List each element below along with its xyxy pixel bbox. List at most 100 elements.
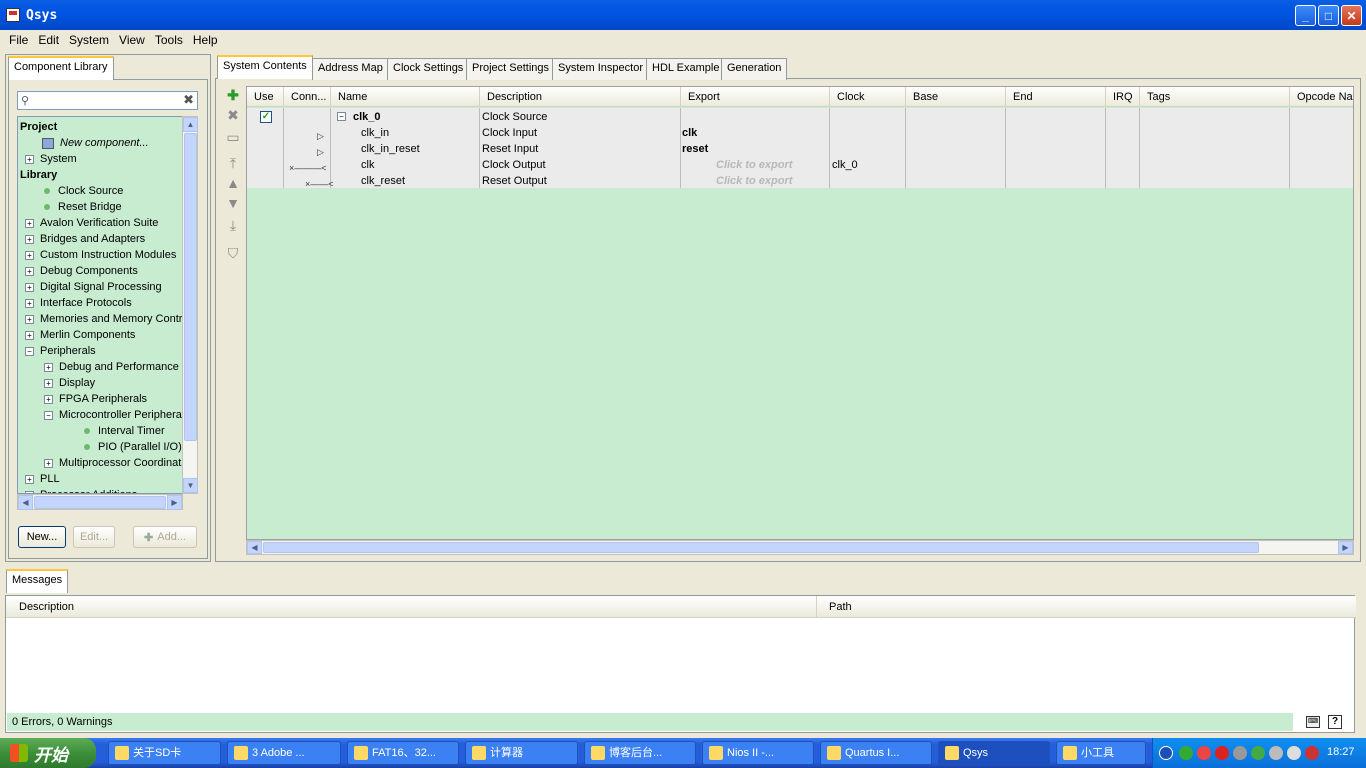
expand-icon[interactable]: +	[25, 474, 34, 484]
tree-item[interactable]: Interval Timer	[84, 423, 165, 439]
grid-cell-export[interactable]: reset	[682, 141, 708, 157]
tree-scroll-thumb[interactable]	[184, 133, 197, 441]
menu-help[interactable]: Help	[188, 33, 223, 47]
grid-cell-export[interactable]: Click to export	[716, 157, 792, 173]
tray-usb-icon[interactable]	[1287, 746, 1301, 760]
taskbar-item[interactable]: Qsys	[938, 741, 1050, 765]
connection-port-icon[interactable]: ▷	[317, 144, 324, 160]
expand-icon[interactable]: +	[25, 218, 34, 228]
expand-icon[interactable]: +	[25, 154, 34, 164]
tree-item[interactable]: + Avalon Verification Suite	[25, 215, 158, 231]
tree-item[interactable]: + Interface Protocols	[25, 295, 132, 311]
edit-component-button[interactable]: Edit...	[73, 526, 115, 548]
tab-hdl-example[interactable]: HDL Example	[646, 58, 726, 80]
connection-port-icon[interactable]: ×——<	[305, 176, 334, 192]
tree-item[interactable]: + Memories and Memory Contro	[25, 311, 182, 327]
menu-view[interactable]: View	[114, 33, 150, 47]
tree-item[interactable]: PIO (Parallel I/O)	[84, 439, 182, 455]
grid-col-0[interactable]: Use	[247, 87, 284, 107]
move-top-icon[interactable]: ⤒	[226, 156, 240, 170]
tree-item[interactable]: + Merlin Components	[25, 327, 135, 343]
expand-icon[interactable]: +	[25, 234, 34, 244]
tree-item[interactable]: + Display	[44, 375, 95, 391]
tab-component-library[interactable]: Component Library	[8, 56, 114, 80]
tree-item[interactable]: + Custom Instruction Modules	[25, 247, 176, 263]
expand-icon[interactable]: +	[25, 250, 34, 260]
grid-col-8[interactable]: IRQ	[1106, 87, 1140, 107]
taskbar-item[interactable]: FAT16、32...	[347, 741, 459, 765]
tree-item[interactable]: + Digital Signal Processing	[25, 279, 162, 295]
expand-icon[interactable]: +	[25, 330, 34, 340]
tree-item[interactable]: + PLL	[25, 471, 60, 487]
scroll-up-arrow-icon[interactable]: ▲	[183, 117, 198, 132]
tree-vertical-scrollbar[interactable]: ▲ ▼	[182, 116, 198, 494]
tab-system-inspector[interactable]: System Inspector	[552, 58, 649, 80]
library-search-box[interactable]: ⚲ ✖	[17, 91, 198, 110]
tree-item[interactable]: − Peripherals	[25, 343, 96, 359]
scroll-left-arrow-icon[interactable]: ◀	[18, 495, 33, 510]
tree-item[interactable]: Project	[20, 119, 57, 135]
tab-address-map[interactable]: Address Map	[312, 58, 389, 80]
comment-icon[interactable]: ▭	[226, 130, 240, 144]
taskbar-item[interactable]: 计算器	[465, 741, 578, 765]
help-icon[interactable]: ?	[1328, 715, 1342, 729]
grid-col-6[interactable]: Base	[906, 87, 1006, 107]
grid-col-2[interactable]: Name	[331, 87, 480, 107]
grid-scroll-left-icon[interactable]: ◀	[247, 541, 262, 554]
tree-item[interactable]: Library	[20, 167, 57, 183]
grid-col-7[interactable]: End	[1006, 87, 1106, 107]
grid-cell-name[interactable]: clk_in	[361, 125, 389, 141]
scroll-down-arrow-icon[interactable]: ▼	[183, 478, 198, 493]
connection-port-icon[interactable]: ×———<	[289, 160, 327, 176]
connection-port-icon[interactable]: ▷	[317, 128, 324, 144]
tray-network-icon[interactable]	[1179, 746, 1193, 760]
grid-cell-name[interactable]: clk	[361, 157, 374, 173]
expand-icon[interactable]: +	[44, 362, 53, 372]
tray-c-icon[interactable]	[1215, 746, 1229, 760]
grid-col-1[interactable]: Conn...	[284, 87, 331, 107]
grid-cell-clock[interactable]: clk_0	[832, 157, 858, 173]
tree-item[interactable]: +Processor Additions	[25, 487, 137, 493]
menu-file[interactable]: File	[4, 33, 33, 47]
tray-display-icon[interactable]	[1233, 746, 1247, 760]
collapse-icon[interactable]: −	[44, 410, 53, 420]
tree-item[interactable]: Clock Source	[44, 183, 123, 199]
tray-back-icon[interactable]	[1159, 746, 1173, 760]
move-down-icon[interactable]: ▼	[226, 196, 240, 210]
expand-icon[interactable]: +	[25, 282, 34, 292]
filter-icon[interactable]: ⛉	[226, 246, 240, 260]
tab-project-settings[interactable]: Project Settings	[466, 58, 556, 80]
move-bottom-icon[interactable]: ⤓	[226, 218, 240, 232]
grid-scroll-right-icon[interactable]: ▶	[1338, 541, 1353, 554]
library-search-input[interactable]	[38, 93, 178, 108]
clear-search-icon[interactable]: ✖	[183, 92, 194, 108]
grid-cell-export[interactable]: Click to export	[716, 173, 792, 189]
grid-cell-export[interactable]: clk	[682, 125, 697, 141]
taskbar-item[interactable]: 3 Adobe ...	[227, 741, 341, 765]
taskbar-item[interactable]: Quartus I...	[820, 741, 932, 765]
tab-messages[interactable]: Messages	[6, 569, 69, 593]
scroll-right-arrow-icon[interactable]: ▶	[167, 495, 182, 510]
tree-item[interactable]: − Microcontroller Peripherals	[44, 407, 182, 423]
expand-icon[interactable]: +	[44, 458, 53, 468]
tree-item[interactable]: New component...	[42, 135, 149, 151]
expand-icon[interactable]: +	[44, 378, 53, 388]
tray-chrome-icon[interactable]	[1251, 746, 1265, 760]
grid-col-3[interactable]: Description	[480, 87, 681, 107]
grid-col-5[interactable]: Clock	[830, 87, 906, 107]
grid-col-4[interactable]: Export	[681, 87, 830, 107]
tray-flower-icon[interactable]	[1197, 746, 1211, 760]
collapse-icon[interactable]: −	[25, 346, 34, 356]
tree-item[interactable]: Reset Bridge	[44, 199, 122, 215]
grid-cell-name[interactable]: clk_reset	[361, 173, 405, 189]
taskbar-item[interactable]: 博客后台...	[584, 741, 696, 765]
tree-horizontal-scrollbar[interactable]: ◀ ▶	[17, 494, 183, 510]
tab-system-contents[interactable]: System Contents	[217, 55, 313, 79]
menu-tools[interactable]: Tools	[150, 33, 188, 47]
add-icon[interactable]: ✚	[226, 88, 240, 102]
grid-horizontal-scrollbar[interactable]: ◀ ▶	[246, 540, 1354, 555]
maximize-button[interactable]: □	[1318, 5, 1339, 26]
taskbar-item[interactable]: 关于SD卡	[108, 741, 221, 765]
tray-security-icon[interactable]	[1305, 746, 1319, 760]
tree-item[interactable]: + FPGA Peripherals	[44, 391, 147, 407]
